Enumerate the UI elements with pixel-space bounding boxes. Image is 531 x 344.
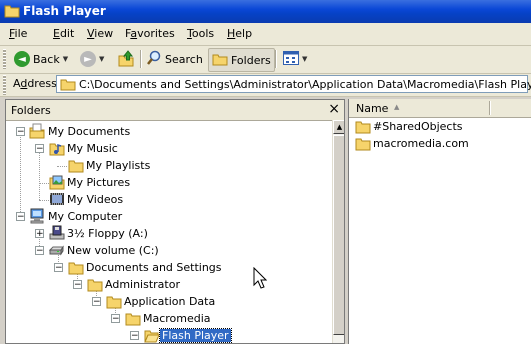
tree-item-administrator[interactable]: − Administrator bbox=[6, 276, 226, 293]
collapse-icon[interactable]: − bbox=[35, 144, 44, 154]
search-icon bbox=[146, 50, 162, 69]
tree-item-my-pictures[interactable]: My Pictures bbox=[6, 174, 206, 191]
tree-item-my-videos[interactable]: My Videos bbox=[6, 191, 206, 208]
menu-view[interactable]: View bbox=[87, 27, 113, 40]
back-arrow-icon: ◄ bbox=[14, 51, 30, 67]
search-button[interactable]: Search bbox=[146, 48, 203, 70]
mouse-cursor-icon bbox=[253, 266, 268, 292]
collapse-icon[interactable]: − bbox=[111, 314, 120, 324]
address-label: Address bbox=[13, 77, 57, 90]
search-label: Search bbox=[165, 52, 203, 66]
column-divider[interactable] bbox=[489, 101, 491, 115]
folders-title: Folders bbox=[11, 104, 51, 117]
open-folder-icon bbox=[144, 327, 160, 343]
list-item[interactable]: macromedia.com bbox=[355, 135, 525, 152]
sort-ascending-icon: ▲ bbox=[394, 103, 400, 111]
tree-item-my-documents[interactable]: − My Documents bbox=[6, 123, 206, 140]
scroll-up-button[interactable]: ▲ bbox=[333, 120, 344, 134]
collapse-icon[interactable]: − bbox=[35, 246, 44, 256]
address-input[interactable]: C:\Documents and Settings\Administrator\… bbox=[56, 75, 531, 94]
views-button[interactable]: ▼ bbox=[283, 48, 307, 70]
chevron-down-icon[interactable]: ▼ bbox=[302, 55, 307, 63]
window-title: Flash Player bbox=[23, 4, 106, 18]
collapse-icon[interactable]: − bbox=[16, 212, 25, 222]
folder-icon bbox=[355, 135, 371, 154]
menu-help[interactable]: Help bbox=[227, 27, 252, 40]
tree-item-my-computer[interactable]: − My Computer bbox=[6, 208, 206, 225]
menu-tools[interactable]: Tools bbox=[187, 27, 214, 40]
back-label: Back bbox=[33, 52, 60, 66]
address-value: C:\Documents and Settings\Administrator\… bbox=[79, 78, 531, 91]
views-icon bbox=[283, 50, 299, 68]
menu-file[interactable]: File bbox=[9, 27, 27, 40]
toolbar-grip[interactable] bbox=[3, 49, 6, 69]
forward-arrow-icon: ► bbox=[80, 51, 96, 67]
collapse-icon[interactable]: − bbox=[54, 263, 63, 273]
toolbar: ◄ Back ▼ ► ▼ Search Folders ▼ bbox=[0, 46, 531, 74]
tree-item-new-volume-c[interactable]: − New volume (C:) bbox=[6, 242, 206, 259]
toolbar-separator bbox=[140, 50, 142, 68]
column-header-name[interactable]: Name ▲ bbox=[349, 99, 531, 118]
chevron-down-icon[interactable]: ▼ bbox=[99, 55, 104, 63]
file-list-pane: Name ▲ #SharedObjects macromedia.com bbox=[348, 99, 531, 344]
forward-button[interactable]: ► ▼ bbox=[80, 48, 104, 70]
title-bar: Flash Player bbox=[0, 0, 531, 23]
address-grip[interactable] bbox=[3, 75, 6, 95]
list-item[interactable]: #SharedObjects bbox=[355, 118, 525, 135]
tree-item-flash-player[interactable]: − Flash Player bbox=[6, 327, 246, 343]
folders-button[interactable]: Folders bbox=[208, 48, 275, 72]
folders-header: Folders × bbox=[6, 100, 344, 121]
expand-icon[interactable]: + bbox=[35, 229, 44, 239]
collapse-icon[interactable]: − bbox=[16, 127, 25, 137]
tree-item-application-data[interactable]: − Application Data bbox=[6, 293, 236, 310]
close-icon[interactable]: × bbox=[328, 101, 340, 117]
folder-icon bbox=[4, 3, 20, 21]
back-button[interactable]: ◄ Back ▼ bbox=[14, 48, 68, 70]
collapse-icon[interactable]: − bbox=[73, 280, 82, 290]
folder-icon bbox=[60, 78, 76, 94]
chevron-down-icon[interactable]: ▼ bbox=[63, 55, 68, 63]
vertical-scrollbar[interactable]: ▲ bbox=[332, 120, 344, 343]
up-folder-button[interactable] bbox=[117, 48, 135, 70]
tree-item-macromedia[interactable]: − Macromedia bbox=[6, 310, 236, 327]
collapse-icon[interactable]: − bbox=[92, 297, 101, 307]
tree-item-documents-and-settings[interactable]: − Documents and Settings bbox=[6, 259, 226, 276]
menu-favorites[interactable]: Favorites bbox=[125, 27, 175, 40]
folder-tree: − My Documents − My Music My Playlists M… bbox=[6, 120, 332, 343]
collapse-icon[interactable]: − bbox=[130, 331, 139, 341]
folders-label: Folders bbox=[231, 53, 271, 67]
address-bar: Address C:\Documents and Settings\Admini… bbox=[0, 74, 531, 97]
folders-pane: Folders × − My Documents − My Music My P… bbox=[5, 99, 345, 344]
menu-edit[interactable]: Edit bbox=[53, 27, 74, 40]
folders-icon bbox=[212, 52, 228, 69]
toolbar-separator bbox=[275, 50, 277, 68]
menu-bar: File Edit View Favorites Tools Help bbox=[0, 23, 531, 46]
tree-item-my-music[interactable]: − My Music bbox=[6, 140, 206, 157]
up-folder-icon bbox=[117, 49, 135, 70]
column-name-label: Name bbox=[356, 102, 389, 115]
tree-item-my-playlists[interactable]: My Playlists bbox=[6, 157, 206, 174]
tree-item-floppy-a[interactable]: + 3½ Floppy (A:) bbox=[6, 225, 206, 242]
scrollbar-thumb[interactable] bbox=[333, 135, 344, 335]
